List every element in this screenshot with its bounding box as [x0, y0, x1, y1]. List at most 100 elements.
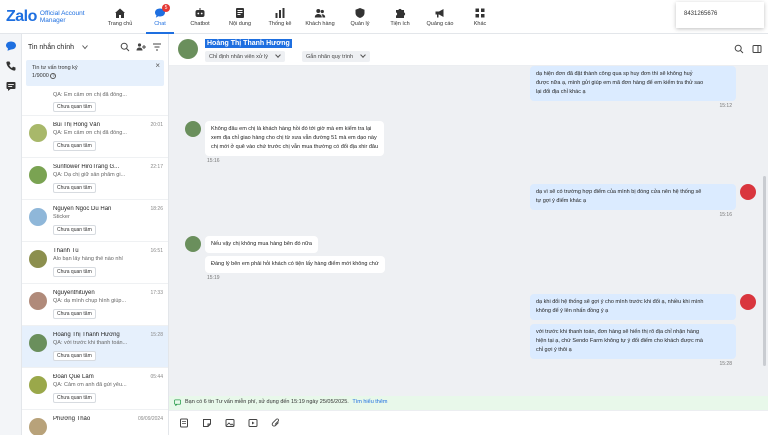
chevron-down-icon[interactable]	[82, 44, 88, 50]
chat-rail-icon[interactable]	[5, 40, 17, 52]
sticker-icon[interactable]	[202, 418, 212, 428]
incoming-message[interactable]: Đáng lý bên em phải hỏi khách có tiện lấ…	[205, 256, 385, 273]
conversation-time: 20:01	[150, 122, 163, 128]
conversation-item[interactable]: Phương Thảo 09/09/2024	[22, 410, 168, 435]
chat-panel: Hoàng Thị Thanh Hương Chỉ định nhân viên…	[169, 34, 768, 435]
outgoing-message[interactable]: dạ vì sẽ có trường hợp điểm của mình bị …	[530, 184, 736, 210]
logo[interactable]: Zalo Official Account Manager	[0, 0, 100, 34]
phone-icon[interactable]	[5, 60, 17, 72]
conversation-item[interactable]: QA: Em cảm ơn chị đã đồng... Chưa quan tâ…	[22, 90, 168, 116]
message-line: hiện tại ạ, chứ Sendo Farm không tự ý đổ…	[536, 338, 703, 344]
nav-label: Thống kê	[268, 21, 292, 27]
message-line: xem địa chỉ giao hàng cho chị từ xưa vẫn…	[211, 135, 377, 141]
attachment-icon[interactable]	[271, 418, 281, 428]
conversation-name: Nguyenthituyen	[53, 290, 95, 296]
status-tag[interactable]: Chưa quan tâm	[53, 351, 96, 361]
nav-ads[interactable]: Quảng cáo	[420, 0, 460, 34]
message-line: chỉ gợi ý thôi ạ	[536, 347, 572, 353]
nav-label: Quản lý	[350, 21, 370, 27]
nav-label: Chatbot	[190, 21, 210, 27]
avatar	[29, 250, 47, 268]
outgoing-message[interactable]: dạ hiện đơn đã đặt thành công qua sp huy…	[530, 66, 736, 101]
chatbot-icon	[195, 8, 205, 17]
conversation-item[interactable]: Nguyen Ngoc Du Han 18:26 Sticker Chưa quan …	[22, 200, 168, 242]
nav-content[interactable]: Nội dung	[220, 0, 260, 34]
message-time: 15:28	[719, 361, 732, 367]
template-icon[interactable]	[179, 418, 189, 428]
list-tools	[120, 42, 162, 52]
outgoing-message[interactable]: với trước khi thanh toán, đơn hàng sẽ hi…	[530, 324, 736, 359]
outgoing-message[interactable]: dạ khi đổi hệ thống sẽ gợi ý cho mình tr…	[530, 294, 736, 320]
free-consult-notice: Bạn có 6 tin Tư vấn miễn phí, sử dụng đế…	[169, 396, 768, 410]
nav-stats[interactable]: Thống kê	[260, 0, 300, 34]
message-square-icon[interactable]	[5, 80, 17, 92]
conversation-list-header: Tin nhắn chính	[22, 34, 168, 60]
nav-label: Nội dung	[228, 21, 252, 27]
status-tag[interactable]: Chưa quan tâm	[53, 267, 96, 277]
message-line: chị mới ở quê vào chứ trước chị vẫn mua …	[211, 144, 379, 150]
notice-text: Bạn có 6 tin Tư vấn miễn phí, sử dụng đế…	[185, 399, 349, 405]
status-tag[interactable]: Chưa quan tâm	[53, 183, 96, 193]
message-scrollbar[interactable]	[763, 176, 766, 366]
message-time: 15:16	[719, 212, 732, 218]
message-time: 15:16	[207, 158, 220, 164]
conversation-item[interactable]: Sunflower HiroTrang G... 22:17 QA: Dạ chị …	[22, 158, 168, 200]
search-icon[interactable]	[734, 44, 744, 54]
avatar	[29, 334, 47, 352]
message-line: dạ hiện đơn đã đặt thành công qua sp huy…	[536, 71, 693, 77]
incoming-message[interactable]: Không đâu em chị là khách hàng hồi đó tớ…	[205, 121, 385, 156]
nav-label: Khác	[473, 21, 487, 27]
status-tag[interactable]: Chưa quan tâm	[53, 309, 96, 319]
quota-title: Tin tư vấn trong ký	[32, 65, 78, 71]
nav-home[interactable]: Trang chủ	[100, 0, 140, 34]
nav-customers[interactable]: Khách hàng	[300, 0, 340, 34]
close-icon[interactable]: ×	[155, 62, 160, 70]
add-group-icon[interactable]	[136, 42, 146, 52]
logo-sub-line2: Manager	[39, 17, 66, 24]
account-phone: 8431265676	[684, 11, 718, 17]
message-list[interactable]: dạ hiện đơn đã đặt thành công qua sp huy…	[169, 66, 768, 396]
chat-header: Hoàng Thị Thanh Hương Chỉ định nhân viên…	[169, 34, 768, 66]
conversation-item[interactable]: Thanh Tú 16:51 Alo bạn lấy hàng thế nào nh…	[22, 242, 168, 284]
conversation-item[interactable]: Đoàn Quế Lâm 05:44 QA: Cảm ơn anh đã gửi y…	[22, 368, 168, 410]
workflow-label: Gắn nhãn quy trình	[306, 54, 354, 60]
puzzle-icon	[396, 8, 406, 18]
message-line: được nữa ạ, mình gửi giúp em mã đơn hàng…	[536, 80, 704, 86]
status-tag[interactable]: Chưa quan tâm	[53, 393, 96, 403]
conversation-item[interactable]: Nguyenthituyen 17:33 QA: dạ mình chụp hình…	[22, 284, 168, 326]
account-phone-popup[interactable]: 8431265676	[676, 2, 764, 28]
avatar	[29, 124, 47, 142]
video-icon[interactable]	[248, 418, 258, 428]
status-tag[interactable]: Chưa quan tâm	[53, 141, 96, 151]
sidebar-toggle-icon[interactable]	[752, 44, 762, 54]
conversation-item[interactable]: Bùi Thị Hồng Vân 20:01 QA: Em cảm ơn chị đ…	[22, 116, 168, 158]
conversation-time: 09/09/2024	[137, 416, 163, 422]
nav-label: Trang chủ	[107, 21, 133, 27]
search-icon[interactable]	[120, 42, 130, 52]
learn-more-link[interactable]: Tìm hiểu thêm	[352, 399, 387, 405]
nav-utilities[interactable]: Tiện ích	[380, 0, 420, 34]
inbox-selector[interactable]: Tin nhắn chính	[28, 44, 74, 51]
filter-icon[interactable]	[152, 42, 162, 52]
status-tag[interactable]: Chưa quan tâm	[53, 102, 96, 112]
conversation-name: Bùi Thị Hồng Vân	[53, 122, 100, 128]
contact-message-avatar	[185, 236, 201, 252]
avatar	[29, 208, 47, 226]
nav-chatbot[interactable]: Chatbot	[180, 0, 220, 34]
home-icon	[115, 8, 125, 18]
nav-chat[interactable]: 5 Chat	[140, 0, 180, 34]
nav-manage[interactable]: Quản lý	[340, 0, 380, 34]
status-tag[interactable]: Chưa quan tâm	[53, 225, 96, 235]
assign-staff-dropdown[interactable]: Chỉ định nhân viên xử lý	[205, 51, 286, 62]
conversation-time: 18:26	[150, 206, 163, 212]
conversation-item[interactable]: Hoàng Thị Thanh Hương 15:28 QA: với trước …	[22, 326, 168, 368]
image-icon[interactable]	[225, 418, 235, 428]
contact-name[interactable]: Hoàng Thị Thanh Hương	[205, 39, 292, 48]
incoming-message[interactable]: Nếu vậy chị không mua hàng bên đó nữa	[205, 236, 318, 253]
info-icon[interactable]: ?	[50, 73, 57, 79]
workflow-label-dropdown[interactable]: Gắn nhãn quy trình	[302, 51, 371, 62]
message-line: tự gợi ý điểm khác ạ	[536, 198, 587, 204]
message-time: 15:12	[719, 103, 732, 109]
nav-more[interactable]: Khác	[460, 0, 500, 34]
contact-avatar[interactable]	[178, 39, 198, 59]
